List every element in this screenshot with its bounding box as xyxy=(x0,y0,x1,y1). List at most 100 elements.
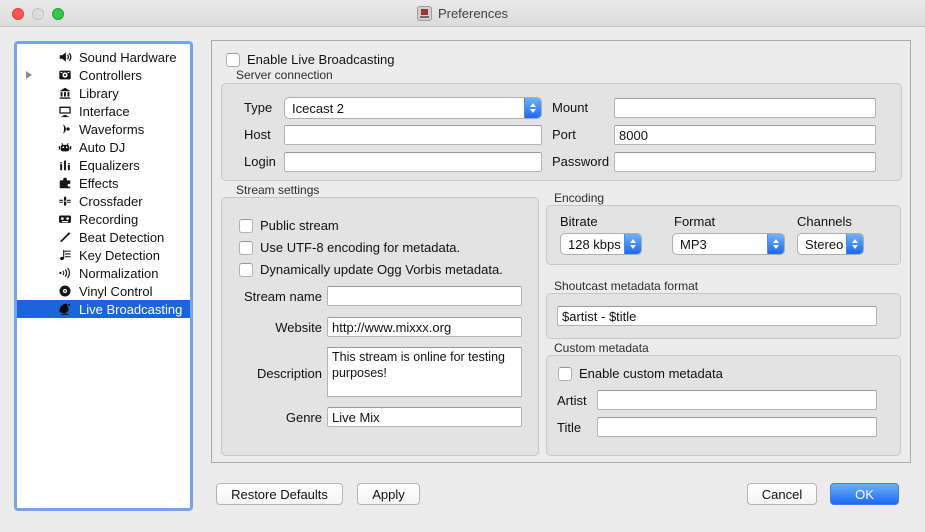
titlebar[interactable]: Preferences xyxy=(0,0,925,27)
sidebar-item-effects[interactable]: Effects xyxy=(17,174,190,192)
description-label: Description xyxy=(222,366,322,381)
password-label: Password xyxy=(552,154,609,169)
sidebar-item-beat-detection[interactable]: Beat Detection xyxy=(17,228,190,246)
effects-icon xyxy=(57,176,72,191)
wand-icon xyxy=(57,230,72,245)
select-stepper-icon xyxy=(624,234,641,254)
restore-defaults-button[interactable]: Restore Defaults xyxy=(216,483,343,505)
cancel-button[interactable]: Cancel xyxy=(747,483,817,505)
public-stream-checkbox[interactable] xyxy=(239,219,253,233)
port-input[interactable] xyxy=(614,125,876,145)
host-label: Host xyxy=(244,127,271,142)
select-stepper-icon xyxy=(524,98,541,118)
satellite-dish-icon xyxy=(57,302,72,317)
bitrate-label: Bitrate xyxy=(560,214,598,229)
sidebar-item-crossfader[interactable]: Crossfader xyxy=(17,192,190,210)
library-icon xyxy=(57,86,72,101)
artist-input[interactable] xyxy=(597,390,877,410)
equalizer-icon xyxy=(57,158,72,173)
mount-label: Mount xyxy=(552,100,588,115)
stream-name-label: Stream name xyxy=(222,289,322,304)
public-stream-label: Public stream xyxy=(260,218,339,233)
title-label: Title xyxy=(557,420,581,435)
type-label: Type xyxy=(244,100,272,115)
music-key-icon xyxy=(57,248,72,263)
password-input[interactable] xyxy=(614,152,876,172)
website-label: Website xyxy=(222,320,322,335)
channels-label: Channels xyxy=(797,214,852,229)
ogg-vorbis-checkbox[interactable] xyxy=(239,263,253,277)
soundwave-icon xyxy=(57,266,72,281)
enable-custom-metadata-label: Enable custom metadata xyxy=(579,366,723,381)
format-label: Format xyxy=(674,214,715,229)
crossfader-icon xyxy=(57,194,72,209)
sidebar-item-sound-hardware[interactable]: Sound Hardware xyxy=(17,48,190,66)
shoutcast-format-input[interactable] xyxy=(557,306,877,326)
app-icon xyxy=(417,6,432,21)
enable-live-broadcasting-row: Enable Live Broadcasting xyxy=(226,52,394,67)
channels-select[interactable]: Stereo xyxy=(797,233,864,255)
enable-custom-metadata-row: Enable custom metadata xyxy=(558,366,723,381)
sidebar-item-auto-dj[interactable]: Auto DJ xyxy=(17,138,190,156)
disclosure-triangle-icon[interactable] xyxy=(26,71,32,79)
login-label: Login xyxy=(244,154,276,169)
enable-custom-metadata-checkbox[interactable] xyxy=(558,367,572,381)
live-broadcasting-pane: Enable Live Broadcasting Server connecti… xyxy=(211,40,911,463)
server-connection-group: Type Icecast 2 Mount Host Port Login Pas… xyxy=(221,83,902,181)
utf8-row: Use UTF-8 encoding for metadata. xyxy=(239,240,460,255)
ok-button[interactable]: OK xyxy=(830,483,899,505)
format-select[interactable]: MP3 xyxy=(672,233,785,255)
stream-name-input[interactable] xyxy=(327,286,522,306)
shoutcast-metadata-group xyxy=(546,293,901,339)
website-input[interactable] xyxy=(327,317,522,337)
waveform-icon xyxy=(57,122,72,137)
stream-settings-group: Public stream Use UTF-8 encoding for met… xyxy=(221,197,539,456)
speaker-icon xyxy=(57,50,72,65)
select-stepper-icon xyxy=(767,234,784,254)
artist-label: Artist xyxy=(557,393,587,408)
server-connection-title: Server connection xyxy=(236,68,333,82)
sidebar-item-waveforms[interactable]: Waveforms xyxy=(17,120,190,138)
apply-button[interactable]: Apply xyxy=(357,483,420,505)
shoutcast-metadata-title: Shoutcast metadata format xyxy=(554,279,698,293)
public-stream-row: Public stream xyxy=(239,218,339,233)
sidebar-item-controllers[interactable]: Controllers xyxy=(17,66,190,84)
genre-input[interactable] xyxy=(327,407,522,427)
sidebar-item-vinyl-control[interactable]: Vinyl Control xyxy=(17,282,190,300)
utf8-label: Use UTF-8 encoding for metadata. xyxy=(260,240,460,255)
type-select[interactable]: Icecast 2 xyxy=(284,97,542,119)
sidebar-item-key-detection[interactable]: Key Detection xyxy=(17,246,190,264)
encoding-group: Bitrate 128 kbps Format MP3 Channels Ste… xyxy=(546,205,901,265)
custom-metadata-group: Enable custom metadata Artist Title xyxy=(546,355,901,456)
utf8-checkbox[interactable] xyxy=(239,241,253,255)
ogg-vorbis-label: Dynamically update Ogg Vorbis metadata. xyxy=(260,262,503,277)
sidebar-item-equalizers[interactable]: Equalizers xyxy=(17,156,190,174)
sidebar-item-live-broadcasting[interactable]: Live Broadcasting xyxy=(17,300,190,318)
monitor-icon xyxy=(57,104,72,119)
genre-label: Genre xyxy=(222,410,322,425)
custom-metadata-title: Custom metadata xyxy=(554,341,649,355)
enable-live-broadcasting-checkbox[interactable] xyxy=(226,53,240,67)
preferences-window: Preferences Sound Hardware Controllers L… xyxy=(0,0,925,532)
vinyl-icon xyxy=(57,284,72,299)
enable-live-broadcasting-label: Enable Live Broadcasting xyxy=(247,52,394,67)
stream-settings-title: Stream settings xyxy=(236,183,319,197)
sidebar-item-recording[interactable]: Recording xyxy=(17,210,190,228)
description-textarea[interactable]: This stream is online for testing purpos… xyxy=(327,347,522,397)
select-stepper-icon xyxy=(846,234,863,254)
sidebar-item-library[interactable]: Library xyxy=(17,84,190,102)
sidebar-item-interface[interactable]: Interface xyxy=(17,102,190,120)
login-input[interactable] xyxy=(284,152,542,172)
recording-icon xyxy=(57,212,72,227)
host-input[interactable] xyxy=(284,125,542,145)
encoding-title: Encoding xyxy=(554,191,604,205)
controller-icon xyxy=(57,68,72,83)
mount-input[interactable] xyxy=(614,98,876,118)
window-title: Preferences xyxy=(438,6,508,21)
port-label: Port xyxy=(552,127,576,142)
preferences-sidebar: Sound Hardware Controllers Library Inter… xyxy=(14,41,193,511)
bitrate-select[interactable]: 128 kbps xyxy=(560,233,642,255)
ogg-vorbis-row: Dynamically update Ogg Vorbis metadata. xyxy=(239,262,503,277)
sidebar-item-normalization[interactable]: Normalization xyxy=(17,264,190,282)
title-input[interactable] xyxy=(597,417,877,437)
